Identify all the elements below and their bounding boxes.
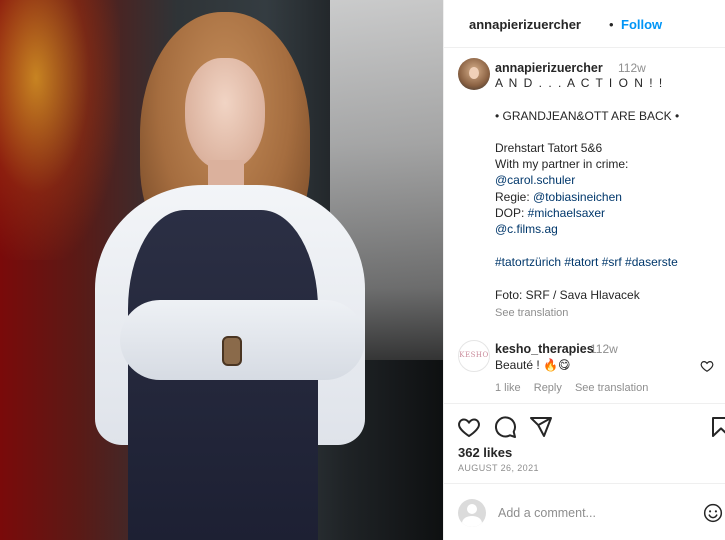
comment-likes[interactable]: 1 like bbox=[495, 382, 521, 394]
likes-count[interactable]: 362 likes bbox=[458, 445, 512, 460]
add-comment-bar bbox=[444, 483, 725, 540]
post-date: AUGUST 26, 2021 bbox=[458, 463, 539, 473]
post-photo[interactable] bbox=[0, 0, 443, 540]
comment-icon[interactable] bbox=[493, 415, 517, 439]
author-avatar[interactable] bbox=[458, 58, 490, 90]
caption-line: Drehstart Tatort 5&6 bbox=[495, 141, 603, 155]
commenter-avatar-text: KESHO bbox=[459, 351, 489, 359]
caption-line: A N D . . . A C T I O N ! ! bbox=[495, 76, 664, 90]
post-header: annapierizuercher • Follow bbox=[444, 0, 725, 48]
comment-see-translation[interactable]: See translation bbox=[575, 382, 648, 394]
see-translation-link[interactable]: See translation bbox=[495, 307, 568, 319]
mention-link[interactable]: @carol.schuler bbox=[495, 173, 575, 187]
caption-line: Foto: SRF / Sava Hlavacek bbox=[495, 288, 640, 302]
viewer-avatar bbox=[458, 499, 486, 527]
photo-light-glow bbox=[0, 0, 120, 260]
commenter-avatar[interactable]: KESHO bbox=[458, 340, 490, 372]
emoji-icon[interactable] bbox=[703, 503, 723, 523]
comment-timestamp[interactable]: 112w bbox=[590, 342, 618, 356]
caption-username[interactable]: annapierizuercher bbox=[495, 61, 603, 75]
caption-line: With my partner in crime: bbox=[495, 157, 629, 171]
caption-line: DOP: #michaelsaxer bbox=[495, 206, 605, 220]
comment-heart-icon[interactable] bbox=[700, 359, 714, 373]
caption-line: • GRANDJEAN&OTT ARE BACK • bbox=[495, 109, 680, 123]
header-username[interactable]: annapierizuercher bbox=[469, 17, 581, 32]
photo-subject-face bbox=[185, 58, 265, 170]
share-icon[interactable] bbox=[529, 415, 553, 439]
caption-line: @c.films.ag bbox=[495, 222, 558, 236]
comments-section[interactable]: annapierizuercher 112w A N D . . . A C T… bbox=[444, 48, 725, 403]
post-actions: 362 likes AUGUST 26, 2021 bbox=[444, 403, 725, 483]
photo-subject-arms bbox=[120, 300, 365, 380]
comment-reply-button[interactable]: Reply bbox=[534, 382, 562, 394]
caption-line: @carol.schuler bbox=[495, 173, 575, 187]
caption-label: DOP: bbox=[495, 206, 528, 220]
comment-username[interactable]: kesho_therapies bbox=[495, 342, 594, 356]
caption-line: Regie: @tobiasineichen bbox=[495, 190, 622, 204]
bookmark-icon[interactable] bbox=[709, 415, 725, 439]
caption-line: #tatortzürich #tatort #srf #daserste bbox=[495, 255, 678, 269]
comment-actions: 1 like Reply See translation bbox=[495, 382, 658, 394]
comment-text: Beauté ! 🔥😋 bbox=[495, 358, 571, 372]
mention-link[interactable]: @tobiasineichen bbox=[533, 190, 622, 204]
header-separator: • bbox=[609, 17, 614, 32]
heart-icon[interactable] bbox=[457, 415, 481, 439]
hashtag-links[interactable]: #tatortzürich #tatort #srf #daserste bbox=[495, 255, 678, 269]
caption-timestamp[interactable]: 112w bbox=[618, 61, 646, 75]
hashtag-link[interactable]: #michaelsaxer bbox=[528, 206, 605, 220]
mention-link[interactable]: @c.films.ag bbox=[495, 222, 558, 236]
comment-input[interactable] bbox=[498, 506, 678, 520]
follow-button[interactable]: Follow bbox=[621, 17, 662, 32]
post-side-panel: annapierizuercher • Follow annapierizuer… bbox=[443, 0, 725, 540]
photo-subject-watch bbox=[222, 336, 242, 366]
caption-label: Regie: bbox=[495, 190, 534, 204]
